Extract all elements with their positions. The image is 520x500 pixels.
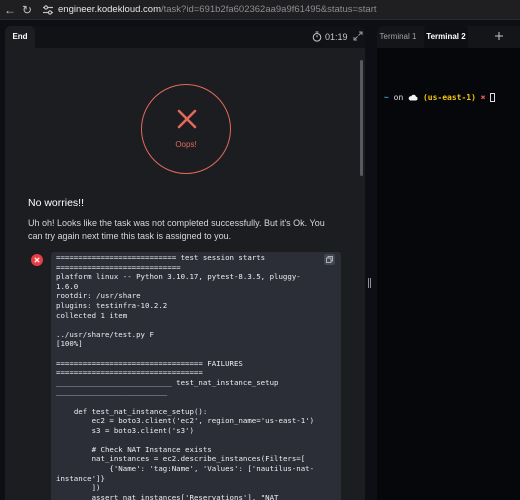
url-path: /task?id=691b2fa602362aa9a9f61495&status…	[161, 4, 377, 15]
tab-end[interactable]: End	[5, 26, 35, 48]
prompt-tilde: ~	[384, 93, 389, 102]
prompt-region: (us-east-1)	[422, 93, 476, 102]
task-panel: End 01:19 Oops! No worries!! Uh oh! Look…	[5, 26, 365, 500]
task-tabbar: End 01:19	[5, 26, 365, 48]
test-log: =========================== test session…	[51, 252, 341, 500]
tab-terminal-2[interactable]: Terminal 2	[424, 26, 468, 48]
back-icon[interactable]: ←	[3, 3, 17, 17]
url-host: engineer.kodekloud.com	[58, 4, 161, 15]
terminal-cursor	[490, 93, 496, 102]
prompt-on: on	[393, 93, 404, 102]
cloud-icon	[408, 94, 418, 101]
scrollbar-thumb[interactable]	[360, 60, 363, 176]
error-icon	[31, 254, 43, 266]
stopwatch-icon	[312, 31, 322, 42]
terminal-body[interactable]: ~ on (us-east-1) ✖	[377, 48, 520, 500]
test-log-text: =========================== test session…	[56, 253, 315, 500]
url-field[interactable]: engineer.kodekloud.com/task?id=691b2fa60…	[58, 3, 377, 17]
app-area: End 01:19 Oops! No worries!! Uh oh! Look…	[0, 20, 520, 500]
terminal-prompt: ~ on (us-east-1) ✖	[384, 92, 496, 104]
site-settings-icon[interactable]	[41, 3, 55, 17]
pane-splitter-handle[interactable]	[367, 278, 372, 288]
tab-terminal-1[interactable]: Terminal 1	[377, 26, 419, 48]
result-heading: No worries!!	[28, 197, 85, 209]
copy-icon	[326, 256, 333, 263]
result-content: Oops! No worries!! Uh oh! Looks like the…	[5, 48, 365, 500]
oops-badge: Oops!	[141, 84, 231, 174]
oops-text: Oops!	[175, 140, 197, 149]
add-terminal-icon[interactable]	[494, 31, 504, 41]
prompt-status-symbol: ✖	[480, 93, 486, 102]
terminal-panel: Terminal 1 Terminal 2 ~ on (us-east-1) ✖	[377, 26, 520, 500]
copy-button[interactable]	[324, 254, 335, 265]
browser-address-bar: ← ↻ engineer.kodekloud.com/task?id=691b2…	[0, 0, 520, 20]
result-message: Uh oh! Looks like the task was not compl…	[28, 218, 325, 241]
reload-icon[interactable]: ↻	[20, 3, 34, 17]
close-icon	[177, 109, 197, 129]
timer-value: 01:19	[325, 32, 348, 42]
expand-icon[interactable]	[353, 31, 363, 41]
